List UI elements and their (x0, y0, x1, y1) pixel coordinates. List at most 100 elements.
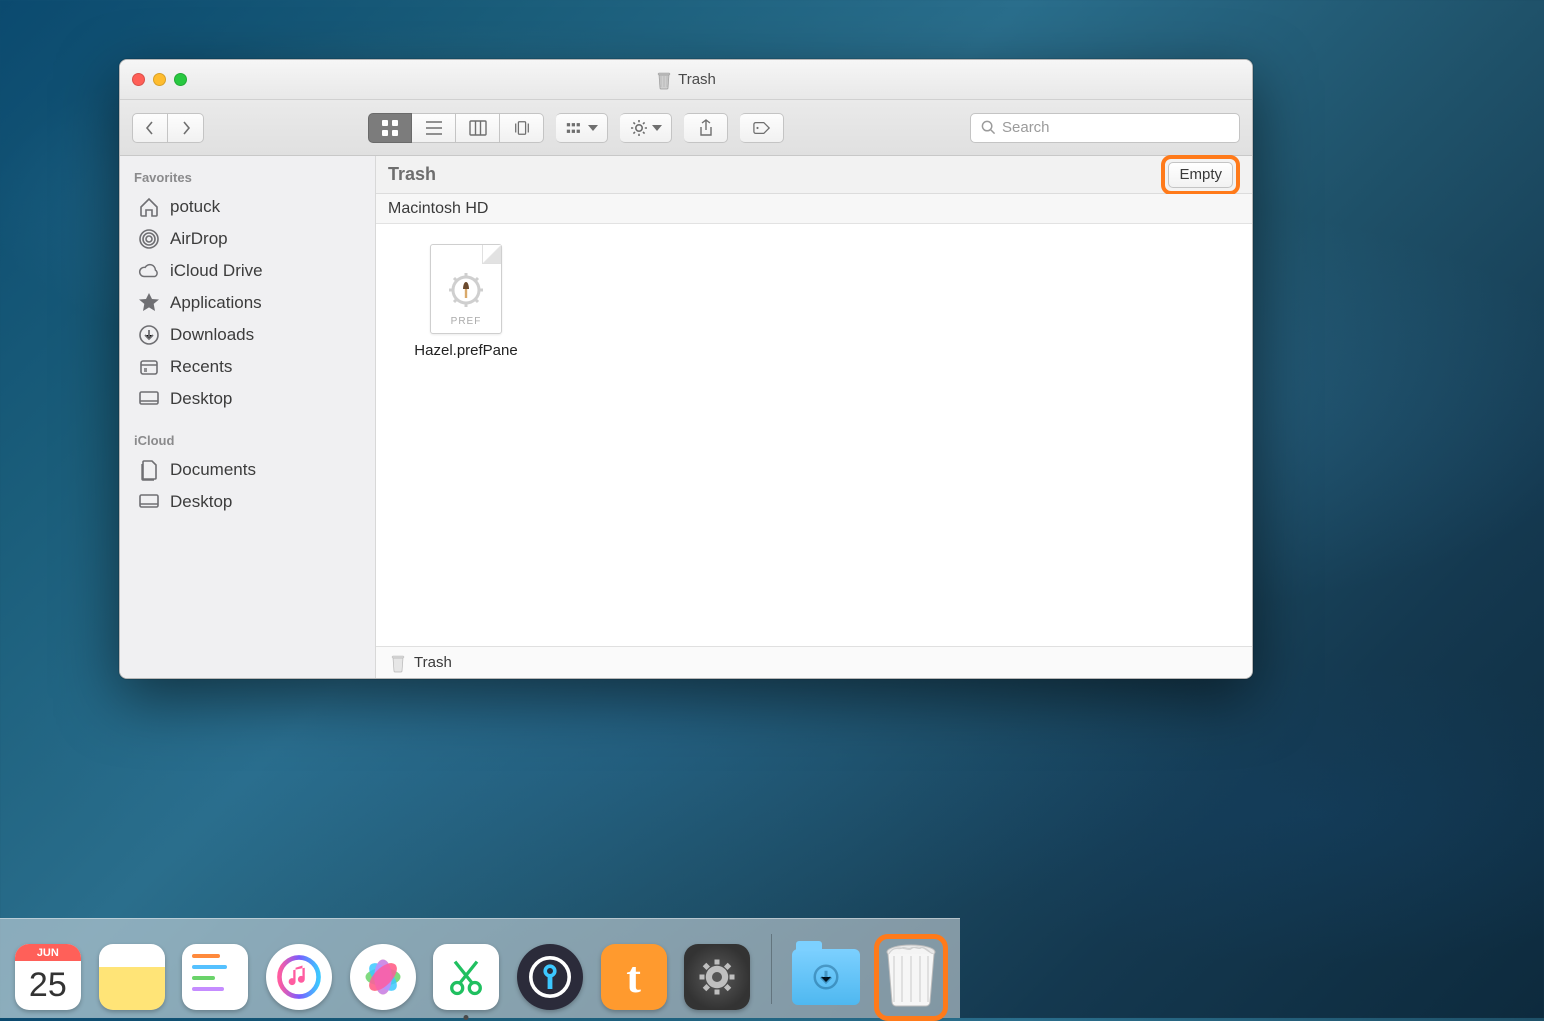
calendar-icon: JUN 25 (15, 944, 81, 1010)
sidebar-item-downloads[interactable]: Downloads (120, 319, 375, 351)
dock-area: JUN 25 (0, 908, 1544, 1018)
prefpane-gear-icon (446, 270, 486, 310)
action-menu-button[interactable] (620, 113, 672, 143)
dock-app-music[interactable] (265, 942, 333, 1012)
sidebar: Favorites potuck AirDrop iCloud Drive Ap… (120, 156, 376, 678)
file-name: Hazel.prefPane (396, 342, 536, 359)
search-icon (981, 120, 996, 135)
sidebar-item-desktop-icloud[interactable]: Desktop (120, 486, 375, 518)
sidebar-item-label: iCloud Drive (170, 261, 263, 281)
dock-app-screenshot[interactable] (432, 942, 500, 1012)
trash-icon (656, 70, 672, 90)
dock-separator (771, 934, 772, 1004)
reminders-icon (182, 944, 248, 1010)
grid-icon (381, 119, 399, 137)
sidebar-item-desktop[interactable]: Desktop (120, 383, 375, 415)
photos-icon (350, 944, 416, 1010)
path-bar[interactable]: Trash (376, 646, 1252, 678)
gear-icon (630, 119, 648, 137)
view-gallery-button[interactable] (500, 113, 544, 143)
share-button[interactable] (684, 113, 728, 143)
trash-full-icon (882, 942, 940, 1008)
calendar-month: JUN (15, 944, 81, 961)
sidebar-section-icloud: iCloud (120, 429, 375, 454)
chevron-left-icon (143, 121, 157, 135)
sidebar-item-applications[interactable]: Applications (120, 287, 375, 319)
zoom-window-button[interactable] (174, 73, 187, 86)
group-header: Macintosh HD (376, 194, 1252, 224)
dock-app-1password[interactable] (516, 942, 584, 1012)
tag-icon (753, 119, 771, 137)
prefpane-file-icon: PREF (430, 244, 502, 334)
sidebar-item-label: Desktop (170, 389, 232, 409)
trash-highlight (874, 934, 948, 1021)
close-window-button[interactable] (132, 73, 145, 86)
forward-button[interactable] (168, 113, 204, 143)
location-bar: Trash Empty (376, 156, 1252, 194)
calendar-day: 25 (15, 961, 81, 1010)
applications-icon (138, 292, 160, 314)
notes-icon (99, 944, 165, 1010)
list-icon (425, 119, 443, 137)
main-content: Trash Empty Macintosh HD PREF (376, 156, 1252, 678)
sidebar-item-icloud-drive[interactable]: iCloud Drive (120, 255, 375, 287)
sidebar-item-label: Documents (170, 460, 256, 480)
letter-t-icon: t (601, 944, 667, 1010)
tags-button[interactable] (740, 113, 784, 143)
sidebar-item-home[interactable]: potuck (120, 191, 375, 223)
search-field[interactable]: Search (970, 113, 1240, 143)
sidebar-item-label: potuck (170, 197, 220, 217)
back-button[interactable] (132, 113, 168, 143)
sidebar-item-recents[interactable]: Recents (120, 351, 375, 383)
dock-app-photos[interactable] (349, 942, 417, 1012)
system-preferences-icon (684, 944, 750, 1010)
columns-icon (469, 119, 487, 137)
view-icons-button[interactable] (368, 113, 412, 143)
dock-trash[interactable] (876, 942, 946, 1012)
dock-app-calendar[interactable]: JUN 25 (14, 942, 82, 1012)
sidebar-item-label: Downloads (170, 325, 254, 345)
group-by-button[interactable] (556, 113, 608, 143)
chevron-right-icon (179, 121, 193, 135)
toolbar: Search (120, 100, 1252, 156)
scissors-icon (433, 944, 499, 1010)
dock-app-system-preferences[interactable] (683, 942, 751, 1012)
gallery-icon (513, 119, 531, 137)
path-segment: Trash (414, 654, 452, 671)
chevron-down-icon (652, 121, 662, 135)
dock-app-tapatalk[interactable]: t (600, 942, 668, 1012)
dock: JUN 25 (0, 918, 960, 1018)
desktop-icon (138, 388, 160, 410)
sidebar-item-airdrop[interactable]: AirDrop (120, 223, 375, 255)
dock-downloads-stack[interactable] (792, 942, 860, 1012)
downloads-folder-icon (792, 949, 860, 1005)
onepassword-icon (517, 944, 583, 1010)
file-grid[interactable]: PREF Hazel.prefPane (376, 224, 1252, 646)
group-icon (566, 119, 584, 137)
chevron-down-icon (588, 121, 598, 135)
titlebar[interactable]: Trash (120, 60, 1252, 100)
dock-app-notes[interactable] (98, 942, 166, 1012)
airdrop-icon (138, 228, 160, 250)
sidebar-item-label: Desktop (170, 492, 232, 512)
file-badge: PREF (451, 316, 482, 327)
dock-app-reminders[interactable] (181, 942, 249, 1012)
sidebar-item-documents[interactable]: Documents (120, 454, 375, 486)
file-item[interactable]: PREF Hazel.prefPane (396, 244, 536, 359)
music-icon (266, 944, 332, 1010)
home-icon (138, 196, 160, 218)
desktop-icon (138, 491, 160, 513)
view-columns-button[interactable] (456, 113, 500, 143)
sidebar-section-favorites: Favorites (120, 166, 375, 191)
documents-icon (138, 459, 160, 481)
empty-trash-button[interactable]: Empty (1168, 162, 1233, 188)
window-title: Trash (678, 71, 716, 88)
share-icon (697, 119, 715, 137)
minimize-window-button[interactable] (153, 73, 166, 86)
recents-icon (138, 356, 160, 378)
sidebar-item-label: Recents (170, 357, 232, 377)
view-list-button[interactable] (412, 113, 456, 143)
sidebar-item-label: AirDrop (170, 229, 228, 249)
cloud-icon (138, 260, 160, 282)
trash-icon (390, 653, 406, 673)
